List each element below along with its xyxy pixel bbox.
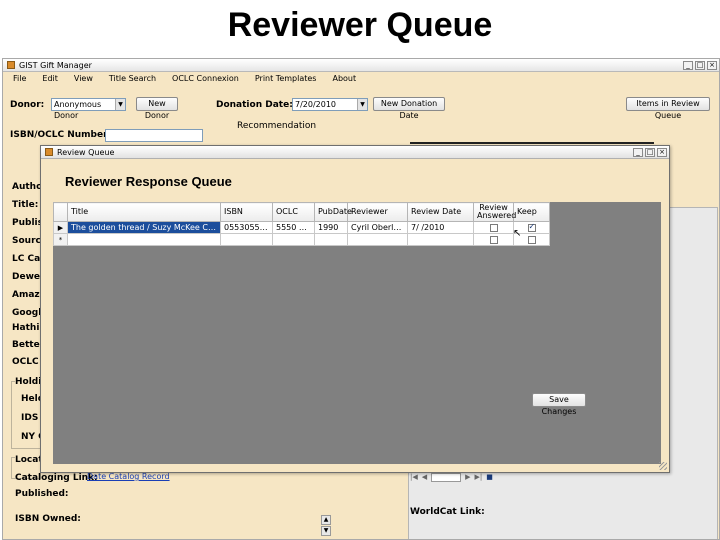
items-in-review-queue-button[interactable]: Items in Review Queue	[626, 97, 710, 120]
app-window: GIST Gift Manager _ □ × File Edit View T…	[2, 58, 720, 540]
menu-about[interactable]: About	[332, 74, 356, 83]
page-first-icon[interactable]: |◀	[410, 473, 418, 481]
donation-date-picker[interactable]: 7/20/2010 ▼	[292, 98, 368, 111]
column-header-reviewer[interactable]: Reviewer	[347, 202, 408, 222]
page-prev-icon[interactable]: ◀	[422, 473, 427, 481]
keep-checkbox[interactable]	[527, 235, 536, 244]
close-icon[interactable]: ×	[707, 60, 717, 70]
cell-oclc[interactable]: 5550 750	[272, 221, 315, 234]
cell-review-date[interactable]: 7/ /2010	[407, 221, 474, 234]
dialog-heading: Reviewer Response Queue	[65, 174, 232, 189]
dialog-icon	[45, 148, 53, 156]
cell-reviewer[interactable]	[347, 233, 408, 246]
donor-select[interactable]: Anonymous Donor ▼	[51, 98, 126, 120]
published-label: Published:	[15, 489, 69, 499]
table-row-new[interactable]: *	[53, 233, 550, 246]
table-row[interactable]: ▶ The golden thread / Suzy McKee Charnas…	[53, 221, 550, 234]
isbn-oclc-label: ISBN/OCLC Number:	[10, 130, 112, 140]
lc-call-label: LC Ca	[12, 254, 41, 264]
donor-label: Donor:	[10, 100, 45, 110]
review-answered-checkbox[interactable]	[489, 235, 498, 244]
scroll-down-icon[interactable]: ▼	[321, 526, 331, 536]
page-next-icon[interactable]: ▶	[465, 473, 470, 481]
chevron-down-icon[interactable]: ▼	[115, 99, 125, 110]
cell-review-answered[interactable]	[473, 233, 514, 246]
save-changes-button[interactable]: Save Changes	[532, 393, 586, 416]
column-header-isbn[interactable]: ISBN	[220, 202, 273, 222]
minimize-icon[interactable]: _	[633, 147, 643, 157]
cell-pubdate[interactable]	[314, 233, 348, 246]
cell-title[interactable]: The golden thread / Suzy McKee Charnas.	[67, 221, 221, 234]
google-label: Googl	[12, 308, 42, 318]
maximize-icon[interactable]: □	[645, 147, 655, 157]
review-grid-area: Title ISBN OCLC PubDate Reviewer Review …	[53, 202, 661, 464]
cell-isbn[interactable]: 0553055551...	[220, 221, 273, 234]
cell-isbn[interactable]	[220, 233, 273, 246]
recommendation-label: Recommendation	[237, 121, 317, 131]
app-titlebar: GIST Gift Manager _ □ ×	[3, 59, 719, 72]
current-row-indicator: ▶	[53, 221, 68, 234]
review-queue-dialog: Review Queue _ □ × Reviewer Response Que…	[40, 145, 670, 473]
menu-view[interactable]: View	[74, 74, 93, 83]
grid-header-row: Title ISBN OCLC PubDate Reviewer Review …	[53, 202, 550, 222]
holdings-label: Holdi	[15, 377, 42, 387]
new-donor-button[interactable]: New Donor	[136, 97, 178, 120]
cataloging-link[interactable]: Date Catalog Record	[87, 472, 170, 481]
column-header-keep[interactable]: Keep	[513, 202, 550, 222]
donor-value: Anonymous Donor	[54, 100, 102, 120]
cell-pubdate[interactable]: 1990	[314, 221, 348, 234]
recommendation-divider	[410, 142, 654, 144]
app-title: GIST Gift Manager	[19, 60, 92, 70]
new-donation-date-button[interactable]: New Donation Date	[373, 97, 445, 120]
cataloging-link-label: Cataloging Link:	[15, 473, 98, 483]
menu-print-templates[interactable]: Print Templates	[255, 74, 317, 83]
grid-corner-header	[53, 202, 68, 222]
cell-review-date[interactable]	[407, 233, 474, 246]
app-window-controls: _ □ ×	[683, 60, 719, 70]
scroll-up-icon[interactable]: ▲	[321, 515, 331, 525]
isbn-owned-label: ISBN Owned:	[15, 514, 81, 524]
resize-grip-icon[interactable]	[659, 462, 667, 470]
minimize-icon[interactable]: _	[683, 60, 693, 70]
publisher-label: Publis	[12, 218, 43, 228]
keep-checkbox[interactable]	[527, 223, 536, 232]
dialog-title: Review Queue	[57, 147, 115, 157]
dialog-window-controls: _ □ ×	[633, 147, 669, 157]
cell-title[interactable]	[67, 233, 221, 246]
menu-title-search[interactable]: Title Search	[109, 74, 156, 83]
app-icon	[7, 61, 15, 69]
column-header-review-date[interactable]: Review Date	[407, 202, 474, 222]
column-header-title[interactable]: Title	[67, 202, 221, 222]
cell-oclc[interactable]	[272, 233, 315, 246]
page-number-input[interactable]	[431, 472, 462, 482]
close-icon[interactable]: ×	[657, 147, 667, 157]
dialog-titlebar: Review Queue _ □ ×	[41, 146, 669, 159]
review-answered-checkbox[interactable]	[489, 223, 498, 232]
column-header-pubdate[interactable]: PubDate	[314, 202, 352, 222]
worldcat-link-label: WorldCat Link:	[410, 507, 485, 517]
isbn-oclc-input[interactable]	[105, 129, 203, 142]
menubar: File Edit View Title Search OCLC Connexi…	[3, 72, 719, 84]
column-header-oclc[interactable]: OCLC	[272, 202, 315, 222]
donation-date-value: 7/20/2010	[295, 100, 337, 109]
review-grid: Title ISBN OCLC PubDate Reviewer Review …	[53, 202, 550, 246]
mouse-cursor-icon: ↖	[513, 228, 522, 239]
menu-edit[interactable]: Edit	[42, 74, 58, 83]
column-header-review-answered[interactable]: Review Answered	[473, 202, 516, 222]
chevron-down-icon[interactable]: ▼	[357, 99, 367, 110]
cell-reviewer[interactable]: Cyril Oberlander	[347, 221, 408, 234]
menu-file[interactable]: File	[13, 74, 26, 83]
cell-review-answered[interactable]	[473, 221, 514, 234]
title-label: Title:	[12, 200, 39, 210]
new-row-indicator: *	[53, 233, 68, 246]
donation-date-label: Donation Date:	[216, 100, 293, 110]
save-disk-icon[interactable]: ■	[486, 473, 493, 481]
holdings-ids-label: IDS	[21, 413, 39, 423]
menu-oclc-connexion[interactable]: OCLC Connexion	[172, 74, 239, 83]
page-last-icon[interactable]: ▶|	[475, 473, 483, 481]
slide-title: Reviewer Queue	[227, 6, 493, 44]
maximize-icon[interactable]: □	[695, 60, 705, 70]
